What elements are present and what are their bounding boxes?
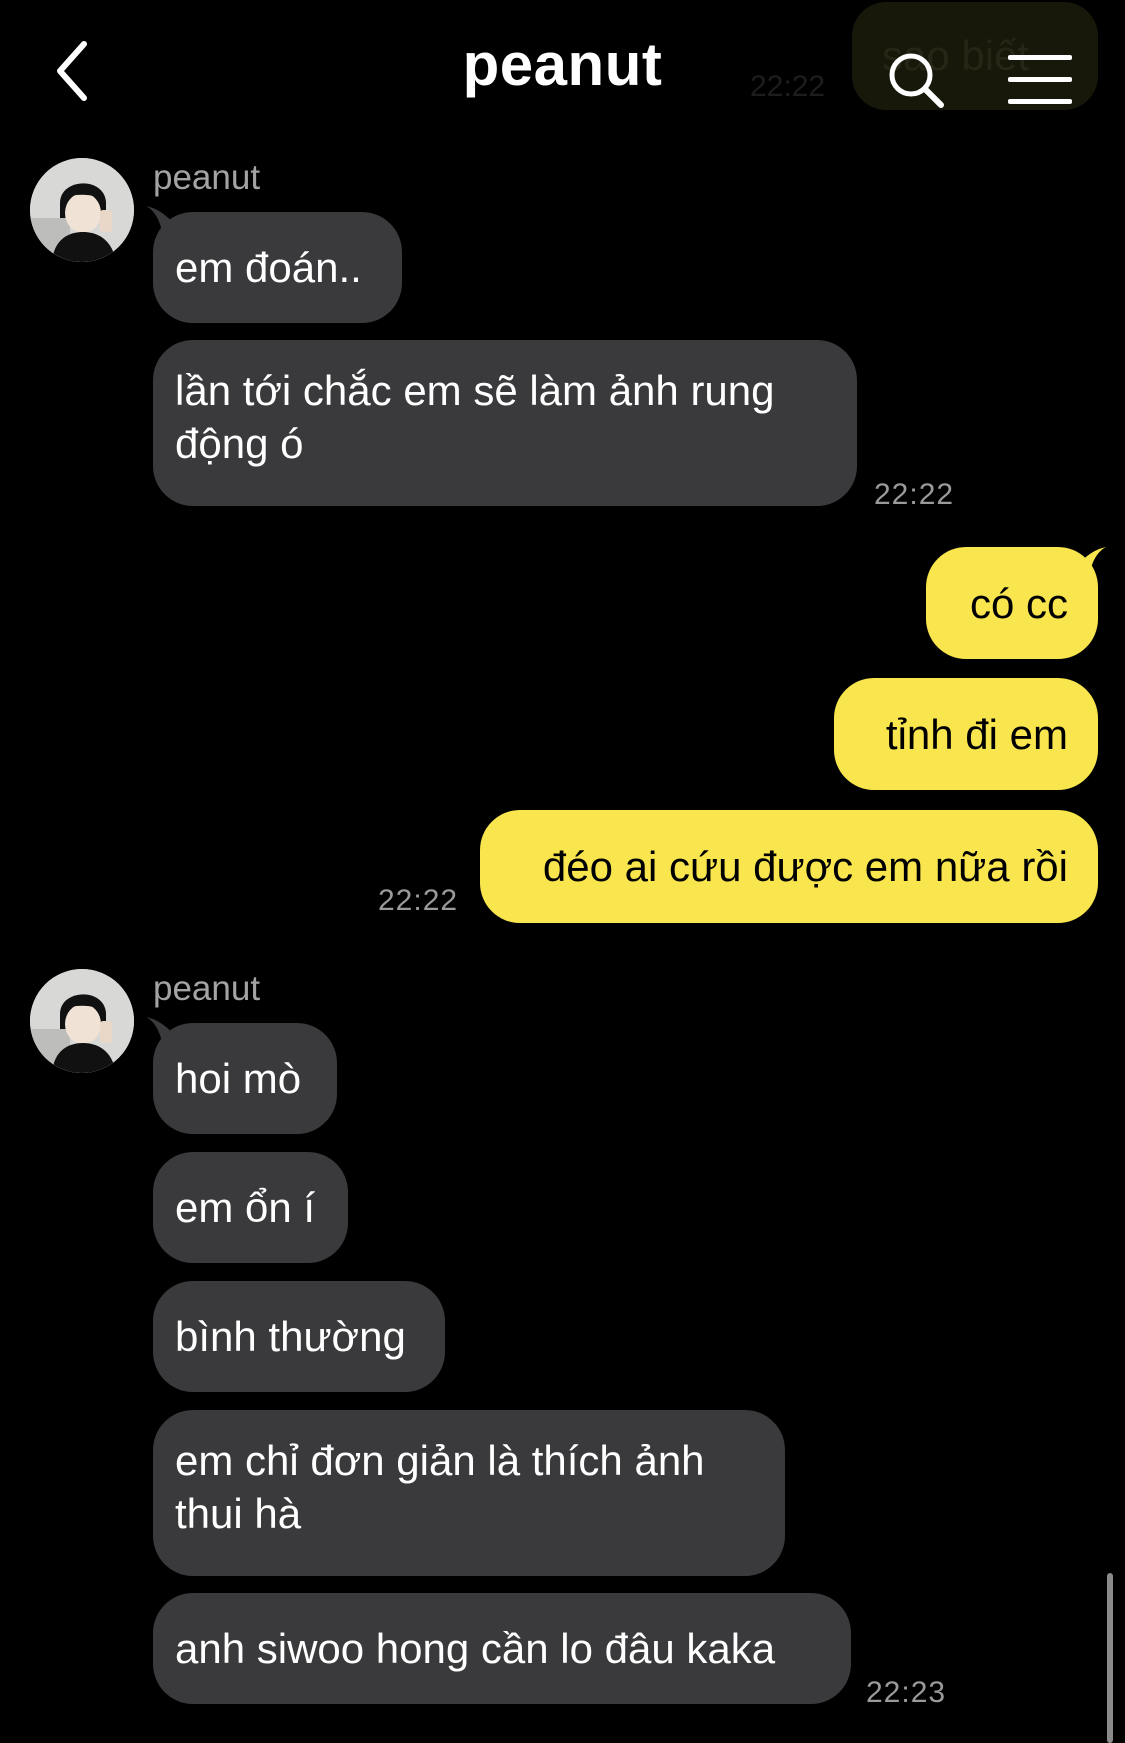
outgoing-message-bubble[interactable]: có cc bbox=[926, 547, 1098, 659]
incoming-message-bubble[interactable]: lần tới chắc em sẽ làm ảnh rung động ó bbox=[153, 340, 857, 506]
message-timestamp: 22:23 bbox=[866, 1676, 947, 1709]
avatar-photo bbox=[30, 158, 134, 262]
sender-avatar[interactable] bbox=[30, 969, 134, 1073]
incoming-message-bubble[interactable]: anh siwoo hong cần lo đâu kaka bbox=[153, 1593, 851, 1704]
outgoing-message-bubble[interactable]: tỉnh đi em bbox=[834, 678, 1098, 790]
sender-name: peanut bbox=[153, 969, 261, 1008]
incoming-message-bubble[interactable]: em đoán.. bbox=[153, 212, 402, 323]
incoming-message-bubble[interactable]: em chỉ đơn giản là thích ảnh thui hà bbox=[153, 1410, 785, 1576]
message-timestamp: 22:22 bbox=[874, 478, 955, 511]
sender-name: peanut bbox=[153, 158, 261, 197]
incoming-message-bubble[interactable]: bình thường bbox=[153, 1281, 445, 1392]
message-timestamp: 22:22 bbox=[378, 884, 459, 917]
avatar-photo bbox=[30, 969, 134, 1073]
search-button[interactable] bbox=[886, 50, 946, 110]
hamburger-menu-icon bbox=[1008, 55, 1072, 60]
chat-title: peanut bbox=[462, 31, 663, 98]
outgoing-message-bubble[interactable]: đéo ai cứu được em nữa rồi bbox=[480, 810, 1098, 923]
scrollbar[interactable] bbox=[1107, 1573, 1113, 1743]
sender-avatar[interactable] bbox=[30, 158, 134, 262]
search-icon bbox=[889, 53, 944, 108]
chat-header: peanut bbox=[0, 0, 1125, 140]
incoming-message-bubble[interactable]: hoi mò bbox=[153, 1023, 337, 1134]
menu-button[interactable] bbox=[1008, 55, 1072, 105]
incoming-message-bubble[interactable]: em ổn í bbox=[153, 1152, 348, 1263]
